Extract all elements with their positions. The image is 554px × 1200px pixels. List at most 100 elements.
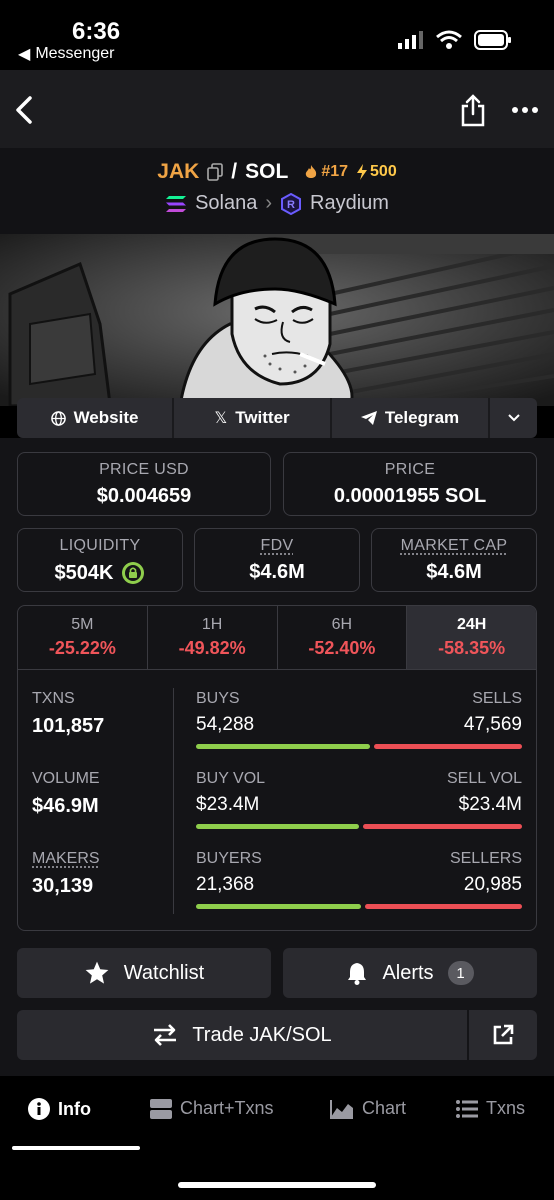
volume-bar	[196, 824, 522, 829]
share-icon[interactable]	[458, 94, 488, 128]
back-app-label: Messenger	[35, 45, 115, 62]
watchlist-label: Watchlist	[123, 961, 205, 984]
tab-chart-txns-label: Chart+Txns	[180, 1098, 274, 1118]
buyers-bar-fill	[196, 904, 361, 909]
buy-vol-label: BUY VOL	[196, 770, 266, 787]
tab-24h[interactable]: 24H -58.35%	[407, 606, 536, 669]
sells-value: 47,569	[463, 714, 522, 735]
clock: 6:36	[72, 18, 121, 45]
active-tab-indicator	[12, 1146, 140, 1150]
tab-6h[interactable]: 6H -52.40%	[278, 606, 408, 669]
globe-icon	[50, 410, 66, 426]
base-symbol: JAK	[157, 160, 200, 183]
back-chevron-icon[interactable]	[10, 94, 40, 126]
pair-title: JAK / SOL #17 500	[0, 160, 554, 184]
telegram-label: Telegram	[384, 408, 460, 427]
tab-6h-change: -52.40%	[308, 638, 376, 658]
copy-icon[interactable]	[207, 163, 224, 181]
more-icon[interactable]	[512, 100, 538, 120]
liquidity-card: LIQUIDITY $504K	[17, 528, 183, 592]
timeframe-tabs: 5M -25.22% 1H -49.82% 6H -52.40% 24H -58…	[18, 606, 536, 670]
buys-sells-bar	[196, 744, 522, 749]
back-triangle-icon: ◀	[18, 46, 31, 63]
liquidity-value: $504K	[54, 561, 114, 584]
tab-chart[interactable]: Chart	[330, 1098, 406, 1119]
tab-chart-txns[interactable]: Chart+Txns	[150, 1098, 274, 1119]
market-cap-value: $4.6M	[426, 561, 482, 583]
price-usd-value: $0.004659	[96, 485, 192, 507]
price-label: PRICE	[384, 461, 436, 478]
trade-button[interactable]: Trade JAK/SOL	[17, 1010, 467, 1060]
trending-rank[interactable]: #17	[304, 163, 348, 181]
buyers-value: 21,368	[196, 874, 255, 895]
boost-value: 500	[370, 163, 397, 180]
telegram-icon	[360, 411, 377, 425]
solana-icon	[166, 195, 187, 212]
alerts-count-badge: 1	[447, 961, 474, 985]
tab-5m[interactable]: 5M -25.22%	[18, 606, 148, 669]
tab-5m-label: 5M	[71, 616, 94, 633]
liquidity-label: LIQUIDITY	[59, 537, 141, 554]
wifi-icon	[436, 30, 462, 49]
market-cap-label[interactable]: MARKET CAP	[401, 537, 508, 554]
makers-value: 30,139	[32, 875, 94, 897]
external-link-icon	[493, 1024, 514, 1045]
buyers-bar	[196, 904, 522, 909]
tab-1h[interactable]: 1H -49.82%	[148, 606, 278, 669]
buy-sell-volume-row: BUY VOL SELL VOL $23.4M $23.4M	[196, 770, 522, 829]
sellers-value: 20,985	[463, 874, 522, 895]
pair-header: JAK / SOL #17 500 Solana › R Raydium	[0, 148, 554, 234]
tab-1h-change: -49.82%	[178, 638, 246, 658]
twitter-link[interactable]: 𝕏 Twitter	[174, 398, 332, 438]
open-external-button[interactable]	[469, 1010, 537, 1060]
buy-vol-value: $23.4M	[196, 794, 260, 815]
sells-bar-fill	[373, 744, 522, 749]
more-links-dropdown[interactable]	[490, 398, 537, 438]
telegram-link[interactable]: Telegram	[332, 398, 490, 438]
back-to-app[interactable]: ◀ Messenger	[18, 44, 114, 64]
chain-name[interactable]: Solana	[195, 192, 257, 215]
timeframe-stats-panel: 5M -25.22% 1H -49.82% 6H -52.40% 24H -58…	[17, 605, 537, 931]
divider	[173, 688, 174, 914]
price-usd-label: PRICE USD	[99, 461, 189, 478]
tab-txns[interactable]: Txns	[456, 1098, 525, 1119]
sell-vol-label: SELL VOL	[446, 770, 522, 787]
twitter-label: Twitter	[235, 408, 290, 427]
price-usd-card: PRICE USD $0.004659	[17, 452, 271, 516]
fdv-value: $4.6M	[249, 561, 305, 583]
dex-name[interactable]: Raydium	[310, 192, 389, 215]
buy-vol-bar-fill	[196, 824, 359, 829]
tab-1h-label: 1H	[201, 616, 223, 633]
alerts-label: Alerts	[382, 961, 434, 984]
watchlist-button[interactable]: Watchlist	[17, 948, 271, 998]
info-icon	[28, 1098, 50, 1120]
bell-icon	[348, 963, 367, 985]
txns-stat: TXNS 101,857	[32, 690, 104, 738]
lock-icon[interactable]	[121, 561, 145, 585]
top-nav	[0, 70, 554, 148]
fdv-label[interactable]: FDV	[261, 537, 294, 554]
buyers-sellers-row: BUYERS SELLERS 21,368 20,985	[196, 850, 522, 909]
chevron-down-icon	[507, 414, 520, 422]
chevron-right-icon: ›	[265, 192, 273, 214]
social-links: Website 𝕏 Twitter Telegram	[17, 398, 537, 438]
tab-info[interactable]: Info	[28, 1098, 91, 1120]
txns-label: TXNS	[32, 690, 75, 707]
volume-stat: VOLUME $46.9M	[32, 770, 100, 818]
tab-24h-change: -58.35%	[438, 638, 506, 658]
flame-icon	[306, 165, 317, 178]
tab-6h-label: 6H	[331, 616, 353, 633]
token-banner-image	[0, 234, 554, 406]
volume-label: VOLUME	[32, 770, 100, 787]
tab-24h-label: 24H	[456, 616, 487, 633]
quote-symbol: SOL	[245, 160, 289, 183]
fdv-card: FDV $4.6M	[194, 528, 360, 592]
chain-breadcrumb: Solana › R Raydium	[0, 192, 554, 215]
buys-label: BUYS	[196, 690, 240, 707]
alerts-button[interactable]: Alerts 1	[283, 948, 537, 998]
makers-label[interactable]: MAKERS	[32, 850, 100, 867]
boost-badge[interactable]: 500	[356, 163, 397, 181]
status-bar: 6:36 ◀ Messenger	[0, 0, 554, 70]
tab-5m-change: -25.22%	[48, 638, 116, 658]
website-link[interactable]: Website	[17, 398, 174, 438]
